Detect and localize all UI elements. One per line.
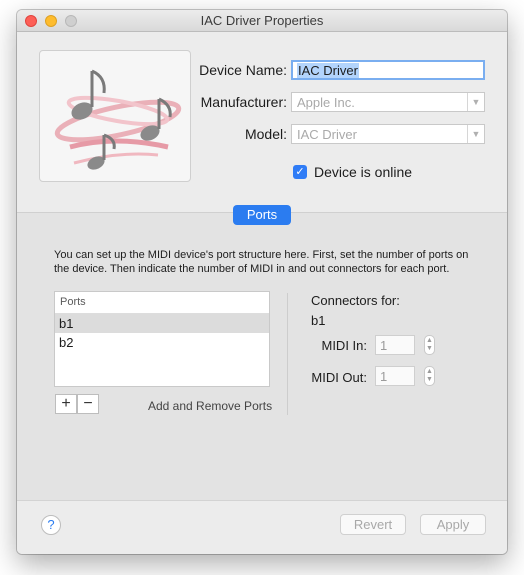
- device-name-label: Device Name:: [199, 62, 287, 78]
- chevron-down-icon: ▼: [467, 125, 484, 143]
- ports-table[interactable]: Ports b1 b2: [54, 291, 270, 387]
- revert-button[interactable]: Revert: [340, 514, 406, 535]
- apply-button[interactable]: Apply: [420, 514, 486, 535]
- chevron-down-icon: ▼: [467, 93, 484, 111]
- model-label: Model:: [244, 126, 287, 142]
- checkmark-icon: ✓: [295, 166, 305, 178]
- table-row[interactable]: b2: [55, 333, 269, 352]
- midi-out-label: MIDI Out:: [311, 370, 367, 385]
- properties-window: IAC Driver Properties Device Name: IAC D…: [17, 10, 507, 554]
- window-title: IAC Driver Properties: [200, 13, 324, 28]
- model-combo[interactable]: IAC Driver ▼: [291, 124, 485, 144]
- midi-out-field[interactable]: 1: [375, 366, 415, 386]
- midi-in-stepper[interactable]: ▲ ▼: [424, 335, 435, 355]
- help-button[interactable]: ?: [41, 515, 61, 535]
- manufacturer-value: Apple Inc.: [297, 95, 355, 110]
- title-bar[interactable]: IAC Driver Properties: [17, 10, 507, 32]
- device-info-panel: Device Name: IAC Driver Manufacturer: Ap…: [17, 32, 507, 212]
- add-remove-ports-label: Add and Remove Ports: [148, 399, 273, 413]
- vertical-divider: [287, 293, 288, 415]
- midi-in-field[interactable]: 1: [375, 335, 415, 355]
- ports-column-header[interactable]: Ports: [55, 292, 269, 314]
- model-value: IAC Driver: [297, 127, 357, 142]
- device-online-checkbox[interactable]: ✓: [293, 165, 307, 179]
- device-name-value: IAC Driver: [297, 63, 359, 78]
- device-online-label[interactable]: Device is online: [314, 164, 412, 180]
- table-row[interactable]: b1: [55, 314, 269, 333]
- add-port-button[interactable]: +: [55, 394, 77, 414]
- ports-description: You can set up the MIDI device's port st…: [54, 249, 469, 275]
- manufacturer-combo[interactable]: Apple Inc. ▼: [291, 92, 485, 112]
- midi-out-stepper[interactable]: ▲ ▼: [424, 366, 435, 386]
- tab-ports[interactable]: Ports: [233, 205, 291, 225]
- device-name-field[interactable]: IAC Driver: [291, 60, 485, 80]
- remove-port-button[interactable]: −: [77, 394, 99, 414]
- connectors-title: Connectors for:: [311, 293, 400, 308]
- connectors-port: b1: [311, 313, 326, 328]
- manufacturer-label: Manufacturer:: [200, 94, 287, 110]
- midi-in-label: MIDI In:: [321, 338, 367, 353]
